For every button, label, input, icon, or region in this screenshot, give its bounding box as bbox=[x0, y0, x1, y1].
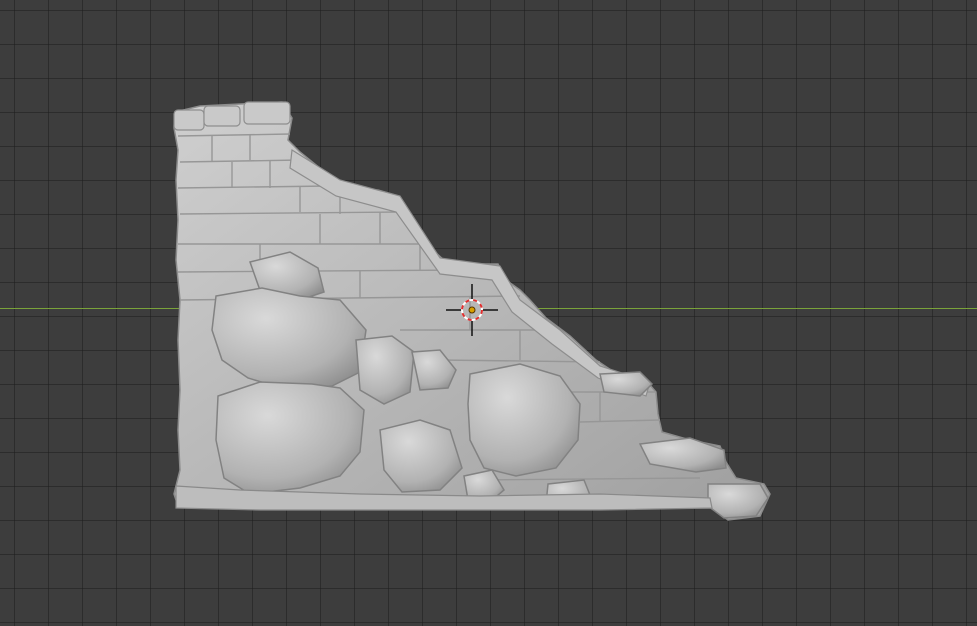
3d-cursor-icon[interactable] bbox=[446, 284, 498, 336]
3d-viewport[interactable] bbox=[0, 0, 977, 626]
